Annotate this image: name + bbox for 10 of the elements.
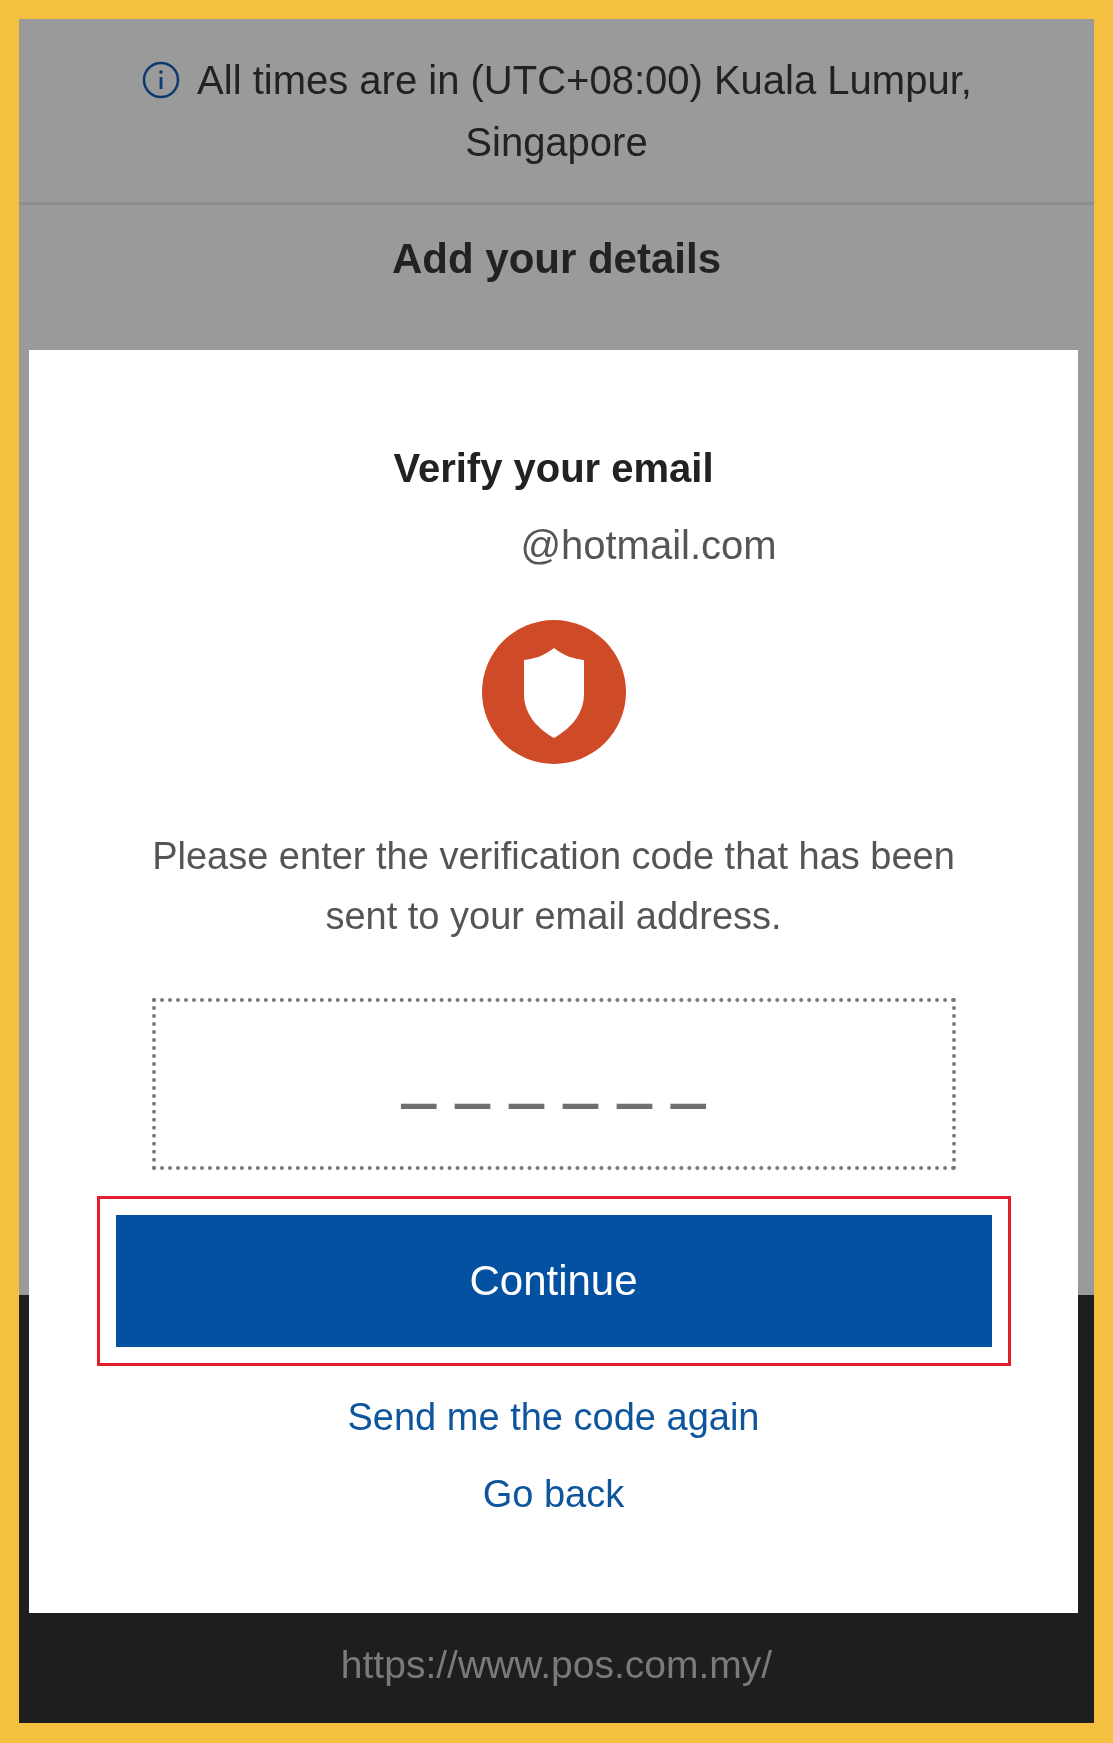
instruction-text: Please enter the verification code that has been sent to your email address. <box>151 834 956 939</box>
email-address: @hotmail.com <box>520 523 777 568</box>
footer-url: https://www.pos.com.my/ <box>340 1643 773 1687</box>
dialog-title: Verify your email <box>393 446 714 491</box>
section-title: Add your details <box>391 235 722 283</box>
dialog-link[interactable]: Go back <box>482 1473 625 1516</box>
timezone-notice: All times are in (UTC+08:00) Kuala Lumpur, Singapore <box>197 58 972 164</box>
dialog-link[interactable]: Send me the code again <box>347 1396 760 1439</box>
code-input-field[interactable]: — — — — — — <box>151 998 956 1170</box>
continue-button[interactable]: Continue <box>115 1215 992 1347</box>
